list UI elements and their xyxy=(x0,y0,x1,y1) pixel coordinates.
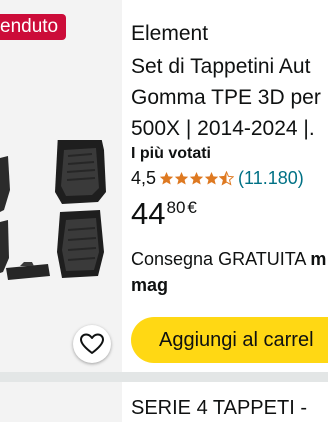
deal-badge: enduto xyxy=(0,14,67,40)
delivery-info: Consegna GRATUITA m xyxy=(131,249,326,270)
delivery-date-start: m xyxy=(310,249,327,269)
product-title-line[interactable]: SERIE 4 TAPPETI - xyxy=(131,397,307,420)
product-card[interactable]: enduto Element Set di Tappetini Aut Gomm… xyxy=(0,0,328,372)
review-count[interactable]: (11.180) xyxy=(238,168,304,189)
star-icon xyxy=(189,171,204,185)
star-icon xyxy=(159,171,174,185)
delivery-date: mag xyxy=(131,275,169,295)
star-icon xyxy=(204,171,219,185)
rating-stars xyxy=(159,171,235,186)
price-whole: 44 xyxy=(131,196,166,231)
product-title-line[interactable]: Gomma TPE 3D per xyxy=(131,86,321,110)
best-seller-label: I più votati xyxy=(131,145,211,162)
rating-row[interactable]: 4,5 (11.180) xyxy=(131,168,304,189)
product-title-line[interactable]: Set di Tappetini Aut xyxy=(131,55,310,79)
product-card[interactable]: SERIE 4 TAPPETI - xyxy=(0,382,328,422)
product-image xyxy=(0,140,106,280)
star-half-icon xyxy=(219,171,235,186)
favorite-button[interactable] xyxy=(73,325,111,363)
add-to-cart-button[interactable]: Aggiungi al carrel xyxy=(131,317,328,363)
heart-icon xyxy=(80,333,104,354)
product-image-panel[interactable] xyxy=(0,382,122,422)
price: 4480 € xyxy=(131,196,197,232)
price-fraction: 80 xyxy=(166,198,186,217)
product-brand: Element xyxy=(131,22,209,45)
delivery-prefix: Consegna GRATUITA xyxy=(131,249,311,269)
price-currency: € xyxy=(187,198,197,217)
product-image-panel[interactable]: enduto xyxy=(0,0,122,372)
rating-value: 4,5 xyxy=(131,168,157,188)
star-icon xyxy=(174,171,189,185)
product-title-line[interactable]: 500X | 2014-2024 |. xyxy=(131,117,315,141)
